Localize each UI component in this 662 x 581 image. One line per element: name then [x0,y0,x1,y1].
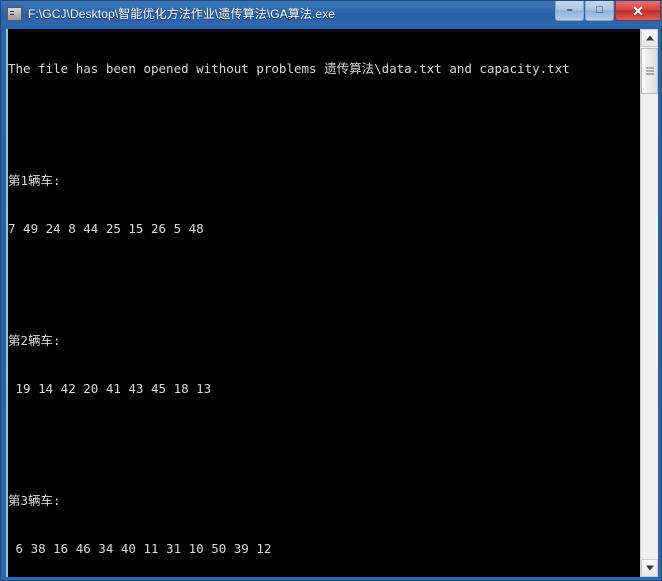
vertical-scrollbar[interactable] [640,29,658,577]
scroll-down-arrow[interactable] [641,559,658,577]
close-icon: ✕ [632,3,644,19]
console-output: The file has been opened without problem… [8,29,642,577]
console-client-area[interactable]: The file has been opened without problem… [6,29,658,577]
vehicle-3-route: 6 38 16 46 34 40 11 31 10 50 39 12 [8,541,272,556]
minimize-button[interactable]: – [555,1,584,21]
vehicle-1-label: 第1辆车: [8,173,61,188]
grip-icon [645,70,654,72]
console-window: F:\GCJ\Desktop\智能优化方法作业\遗传算法\GA算法.exe – … [0,0,662,581]
chevron-up-icon [645,35,654,41]
window-controls: – □ ✕ [554,1,661,22]
maximize-button[interactable]: □ [585,1,614,21]
maximize-icon: □ [596,4,603,16]
minimize-icon: – [566,4,573,16]
output-header-line: The file has been opened without problem… [8,61,570,76]
chevron-down-icon [645,565,654,571]
vehicle-2-label: 第2辆车: [8,333,61,348]
scroll-up-arrow[interactable] [641,29,658,47]
console-icon [7,6,22,21]
close-button[interactable]: ✕ [615,1,661,21]
vehicle-3-label: 第3辆车: [8,493,61,508]
window-title: F:\GCJ\Desktop\智能优化方法作业\遗传算法\GA算法.exe [28,7,336,21]
vehicle-2-route: 19 14 42 20 41 43 45 18 13 [8,381,212,396]
vehicle-1-route: 7 49 24 8 44 25 15 26 5 48 [8,221,204,236]
title-bar[interactable]: F:\GCJ\Desktop\智能优化方法作业\遗传算法\GA算法.exe – … [1,1,662,26]
scroll-thumb[interactable] [641,48,658,94]
